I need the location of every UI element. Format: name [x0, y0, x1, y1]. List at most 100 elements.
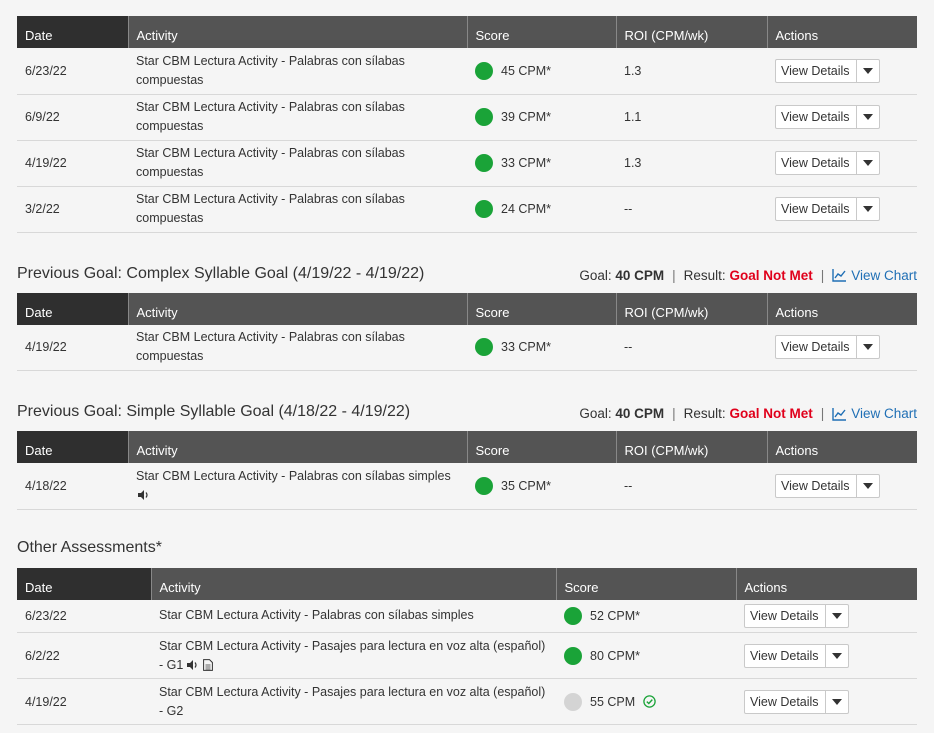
score-cell: 39 CPM* [467, 94, 616, 141]
date-cell: 4/19/22 [17, 140, 128, 187]
details-dropdown-toggle[interactable] [857, 106, 879, 128]
other-assessments-title: Other Assessments* [17, 538, 162, 556]
details-dropdown-toggle[interactable] [826, 645, 848, 667]
col-header-activity: Activity [150, 567, 556, 600]
date-cell: 3/2/22 [17, 186, 128, 233]
previous-goal-header: Previous Goal: Simple Syllable Goal (4/1… [17, 371, 917, 431]
table-row: 6/23/22 Star CBM Lectura Activity - Pala… [17, 599, 917, 633]
goal-label: Goal: [579, 267, 612, 283]
date-cell: 6/23/22 [17, 599, 151, 633]
date-cell: 6/2/22 [17, 632, 151, 679]
caret-down-icon [831, 612, 842, 619]
view-details-button[interactable]: View Details [745, 690, 826, 713]
view-chart-link[interactable]: View Chart [832, 268, 917, 283]
view-details-button[interactable]: View Details [776, 152, 857, 174]
details-dropdown-toggle[interactable] [857, 336, 879, 358]
result-label: Result: [683, 406, 726, 421]
score-status-dot [475, 154, 493, 172]
other-assessments-table: Date Activity Score Actions 6/23/22 Star… [17, 567, 917, 725]
activity-cell: Star CBM Lectura Activity - Palabras con… [128, 94, 467, 141]
table-row: 4/19/22 Star CBM Lectura Activity - Pala… [17, 324, 917, 371]
view-details-split-button: View Details [775, 105, 880, 129]
details-dropdown-toggle[interactable] [857, 60, 879, 82]
caret-down-icon [862, 67, 873, 74]
view-details-split-button: View Details [744, 643, 849, 668]
previous-goal-header: Previous Goal: Complex Syllable Goal (4/… [17, 233, 917, 293]
actions-cell: View Details [767, 324, 917, 371]
score-cell: 55 CPM [556, 678, 736, 725]
table-row: 4/19/22 Star CBM Lectura Activity - Pala… [17, 140, 917, 187]
score-value: 45 CPM* [501, 63, 552, 78]
activity-text: Star CBM Lectura Activity - Palabras con… [136, 468, 451, 483]
view-details-split-button: View Details [775, 151, 880, 175]
goal-value: 40 CPM [615, 406, 665, 421]
roi-cell: 1.3 [616, 140, 767, 187]
result-value: Goal Not Met [729, 406, 813, 421]
score-value: 33 CPM* [501, 340, 552, 355]
score-status-dot [475, 108, 493, 126]
view-chart-link[interactable]: View Chart [832, 406, 917, 421]
col-header-roi: ROI (CPM/wk) [615, 16, 767, 48]
details-dropdown-toggle[interactable] [826, 605, 848, 627]
col-header-roi: ROI (CPM/wk) [615, 292, 767, 325]
actions-cell: View Details [736, 599, 917, 633]
activity-cell: Star CBM Lectura Activity - Palabras con… [128, 324, 467, 371]
table-row: 4/19/22 Star CBM Lectura Activity - Pasa… [17, 678, 917, 725]
speaker-icon[interactable] [138, 490, 150, 501]
goal-title: Previous Goal: Simple Syllable Goal (4/1… [17, 403, 411, 420]
goal-label: Goal: [579, 406, 612, 421]
view-details-button[interactable]: View Details [745, 604, 826, 627]
score-cell: 33 CPM* [467, 140, 616, 187]
caret-down-icon [862, 114, 873, 120]
details-dropdown-toggle[interactable] [857, 152, 879, 174]
score-status-dot [564, 692, 582, 711]
goal-summary: Goal: 40 CPM | Result: Goal Not Met | Vi… [579, 268, 917, 283]
score-cell: 52 CPM* [556, 599, 736, 633]
score-cell: 33 CPM* [467, 324, 616, 371]
score-cell: 80 CPM* [556, 632, 736, 679]
line-chart-icon [832, 407, 847, 421]
view-details-split-button: View Details [744, 603, 849, 628]
table-row: 6/23/22 Star CBM Lectura Activity - Pala… [17, 48, 917, 95]
roi-cell: -- [616, 324, 767, 371]
date-cell: 4/19/22 [17, 324, 128, 371]
speaker-icon[interactable] [187, 660, 199, 671]
activity-cell: Star CBM Lectura Activity - Pasajes para… [151, 678, 556, 725]
view-chart-label: View Chart [851, 267, 917, 283]
roi-cell: -- [616, 463, 767, 510]
activity-cell: Star CBM Lectura Activity - Palabras con… [151, 599, 556, 633]
activity-cell: Star CBM Lectura Activity - Pasajes para… [151, 632, 556, 679]
score-value: 35 CPM* [501, 478, 552, 493]
document-icon[interactable] [203, 659, 214, 672]
view-details-button[interactable]: View Details [776, 336, 857, 359]
score-status-dot [475, 61, 493, 80]
col-header-activity: Activity [127, 292, 467, 325]
details-dropdown-toggle[interactable] [857, 475, 879, 497]
view-details-button[interactable]: View Details [776, 59, 857, 82]
view-details-button[interactable]: View Details [745, 644, 826, 667]
view-details-button[interactable]: View Details [776, 474, 857, 497]
view-chart-label: View Chart [851, 406, 917, 421]
view-details-button[interactable]: View Details [776, 198, 857, 220]
view-details-split-button: View Details [744, 689, 849, 714]
current-goal-table: Date Activity Score ROI (CPM/wk) Actions… [17, 16, 917, 233]
score-value: 55 CPM [590, 694, 636, 709]
details-dropdown-toggle[interactable] [826, 691, 848, 713]
table-row: 6/2/22 Star CBM Lectura Activity - Pasaj… [17, 632, 917, 679]
col-header-actions: Actions [766, 292, 917, 325]
activity-cell: Star CBM Lectura Activity - Palabras con… [128, 48, 467, 95]
col-header-activity: Activity [127, 16, 467, 48]
score-status-dot [475, 338, 493, 357]
progress-monitoring-panel: Date Activity Score ROI (CPM/wk) Actions… [17, 16, 917, 725]
caret-down-icon [862, 482, 873, 489]
check-circle-icon [643, 695, 656, 708]
col-header-actions: Actions [766, 431, 917, 463]
goal-value: 40 CPM [615, 267, 665, 283]
details-dropdown-toggle[interactable] [857, 198, 879, 220]
col-header-score: Score [466, 292, 616, 325]
score-cell: 35 CPM* [467, 463, 616, 510]
view-details-button[interactable]: View Details [776, 106, 857, 128]
score-status-dot [475, 200, 493, 218]
activity-cell: Star CBM Lectura Activity - Palabras con… [128, 186, 467, 233]
roi-cell: 1.3 [616, 48, 767, 95]
